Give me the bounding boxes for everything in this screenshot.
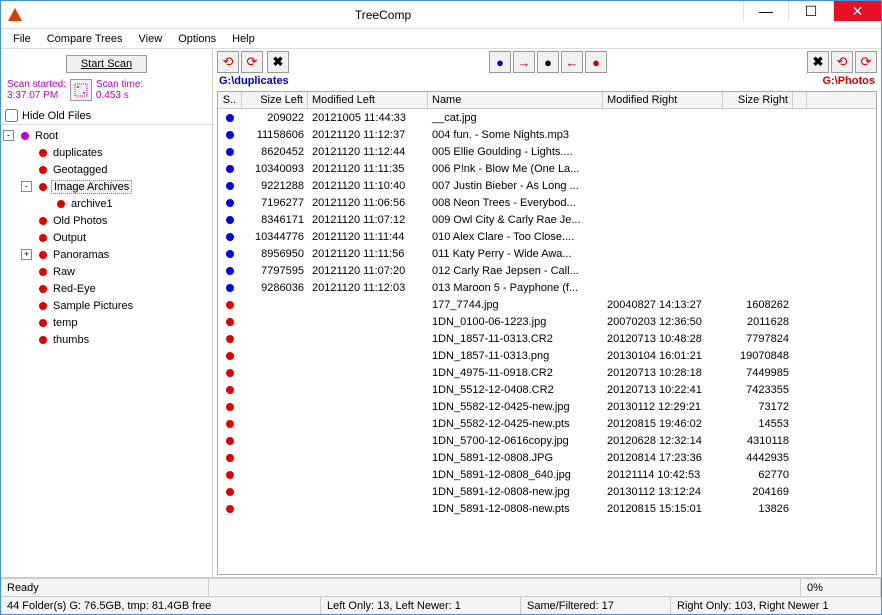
app-icon — [7, 7, 23, 23]
refresh-right-icon[interactable]: ⟳ — [241, 51, 263, 73]
col-scroll — [793, 92, 807, 108]
window-title: TreeComp — [23, 8, 743, 22]
table-row[interactable]: 20902220121005 11:44:33__cat.jpg — [218, 109, 876, 126]
table-row[interactable]: 1DN_4975-11-0918.CR220120713 10:28:18744… — [218, 364, 876, 381]
copy-right-icon[interactable]: → — [513, 51, 535, 73]
filter-equal-icon[interactable]: ● — [537, 51, 559, 73]
start-scan-button[interactable]: Start Scan — [66, 55, 147, 73]
filter-red-icon[interactable]: ● — [585, 51, 607, 73]
table-row[interactable]: 834617120121120 11:07:12009 Owl City & C… — [218, 211, 876, 228]
comparison-toolbar: ⟲ ⟳ ✖ ● → ● ← ● ✖ ⟲ ⟳ — [213, 49, 881, 75]
menu-file[interactable]: File — [5, 31, 39, 47]
table-row[interactable]: 177_7744.jpg20040827 14:13:271608262 — [218, 296, 876, 313]
hide-old-files-label: Hide Old Files — [22, 110, 91, 122]
copy-left-icon[interactable]: ← — [561, 51, 583, 73]
tree-node[interactable]: +Panoramas — [3, 246, 210, 263]
col-size-left[interactable]: Size Left — [242, 92, 308, 108]
status-ready: Ready — [1, 579, 209, 596]
table-row[interactable]: 1DN_5582-12-0425-new.jpg20130112 12:29:2… — [218, 398, 876, 415]
left-path: G:\duplicates — [219, 75, 289, 87]
tree-node[interactable]: temp — [3, 314, 210, 331]
info-left-only: Left Only: 13, Left Newer: 1 — [321, 597, 521, 614]
table-row[interactable]: 1DN_5891-12-0808_640.jpg20121114 10:42:5… — [218, 466, 876, 483]
table-row[interactable]: 1034009320121120 11:11:35006 P!nk - Blow… — [218, 160, 876, 177]
filter-blue-icon[interactable]: ● — [489, 51, 511, 73]
app-window: TreeComp — ☐ ✕ File Compare Trees View O… — [0, 0, 882, 615]
delete-right-button[interactable]: ✖ — [807, 51, 829, 73]
titlebar: TreeComp — ☐ ✕ — [1, 1, 881, 29]
right-panel: ⟲ ⟳ ✖ ● → ● ← ● ✖ ⟲ ⟳ — [213, 49, 881, 577]
tree-node[interactable]: Old Photos — [3, 212, 210, 229]
window-controls: — ☐ ✕ — [743, 1, 881, 28]
comparison-table[interactable]: S.. Size Left Modified Left Name Modifie… — [217, 91, 877, 575]
table-row[interactable]: 862045220121120 11:12:44005 Ellie Gouldi… — [218, 143, 876, 160]
menu-view[interactable]: View — [131, 31, 171, 47]
info-right-only: Right Only: 103, Right Newer 1 — [671, 597, 881, 614]
tree-node[interactable]: thumbs — [3, 331, 210, 348]
scan-started: Scan started: 3:37:07 PM — [7, 79, 66, 101]
close-button[interactable]: ✕ — [833, 1, 881, 21]
tree-node[interactable]: Raw — [3, 263, 210, 280]
tree-node[interactable]: archive1 — [3, 195, 210, 212]
scan-time: Scan time: 0.453 s — [96, 79, 143, 101]
hide-old-files-checkbox[interactable] — [5, 109, 18, 122]
menu-help[interactable]: Help — [224, 31, 263, 47]
refresh-left2-icon[interactable]: ⟲ — [831, 51, 853, 73]
tree-node[interactable]: Sample Pictures — [3, 297, 210, 314]
right-path: G:\Photos — [822, 75, 875, 87]
table-row[interactable]: 922128820121120 11:10:40007 Justin Biebe… — [218, 177, 876, 194]
table-row[interactable]: 1DN_5582-12-0425-new.pts20120815 19:46:0… — [218, 415, 876, 432]
scan-options-icon[interactable] — [70, 79, 92, 101]
left-panel: Start Scan Scan started: 3:37:07 PM Scan… — [1, 49, 213, 577]
table-header: S.. Size Left Modified Left Name Modifie… — [218, 92, 876, 109]
table-row[interactable]: 1DN_1857-11-0313.png20130104 16:01:21190… — [218, 347, 876, 364]
col-size-right[interactable]: Size Right — [723, 92, 793, 108]
delete-button[interactable]: ✖ — [267, 51, 289, 73]
tree-node[interactable]: Geotagged — [3, 161, 210, 178]
table-row[interactable]: 719627720121120 11:06:56008 Neon Trees -… — [218, 194, 876, 211]
status-bar: Ready 0% — [1, 578, 881, 596]
status-percent: 0% — [801, 579, 881, 596]
tree-node[interactable]: Red-Eye — [3, 280, 210, 297]
table-row[interactable]: 895695020121120 11:11:56011 Katy Perry -… — [218, 245, 876, 262]
table-row[interactable]: 1DN_0100-06-1223.jpg20070203 12:36:50201… — [218, 313, 876, 330]
info-folders: 44 Folder(s) G: 76.5GB, tmp: 81.4GB free — [1, 597, 321, 614]
table-row[interactable]: 928603620121120 11:12:03013 Maroon 5 - P… — [218, 279, 876, 296]
status-progress-bar — [209, 579, 801, 596]
tree-node[interactable]: -Image Archives — [3, 178, 210, 195]
info-same: Same/Filtered: 17 — [521, 597, 671, 614]
folder-tree[interactable]: - Root duplicatesGeotagged-Image Archive… — [1, 124, 212, 577]
menubar: File Compare Trees View Options Help — [1, 29, 881, 49]
table-row[interactable]: 1DN_5512-12-0408.CR220120713 10:22:41742… — [218, 381, 876, 398]
maximize-button[interactable]: ☐ — [788, 1, 833, 21]
tree-node[interactable]: duplicates — [3, 144, 210, 161]
tree-root[interactable]: - Root — [3, 127, 210, 144]
info-bar: 44 Folder(s) G: 76.5GB, tmp: 81.4GB free… — [1, 596, 881, 614]
table-row[interactable]: 1DN_5891-12-0808.JPG20120814 17:23:36444… — [218, 449, 876, 466]
refresh-right2-icon[interactable]: ⟳ — [855, 51, 877, 73]
minimize-button[interactable]: — — [743, 1, 788, 21]
col-modified-right[interactable]: Modified Right — [603, 92, 723, 108]
table-row[interactable]: 1115860620121120 11:12:37004 fun. - Some… — [218, 126, 876, 143]
table-row[interactable]: 779759520121120 11:07:20012 Carly Rae Je… — [218, 262, 876, 279]
table-row[interactable]: 1DN_5700-12-0616copy.jpg20120628 12:32:1… — [218, 432, 876, 449]
table-row[interactable]: 1DN_1857-11-0313.CR220120713 10:48:28779… — [218, 330, 876, 347]
col-status[interactable]: S.. — [218, 92, 242, 108]
col-name[interactable]: Name — [428, 92, 603, 108]
table-row[interactable]: 1034477620121120 11:11:44010 Alex Clare … — [218, 228, 876, 245]
col-modified-left[interactable]: Modified Left — [308, 92, 428, 108]
menu-compare-trees[interactable]: Compare Trees — [39, 31, 131, 47]
menu-options[interactable]: Options — [170, 31, 224, 47]
table-row[interactable]: 1DN_5891-12-0808-new.pts20120815 15:15:0… — [218, 500, 876, 517]
table-row[interactable]: 1DN_5891-12-0808-new.jpg20130112 13:12:2… — [218, 483, 876, 500]
tree-node[interactable]: Output — [3, 229, 210, 246]
refresh-left-icon[interactable]: ⟲ — [217, 51, 239, 73]
